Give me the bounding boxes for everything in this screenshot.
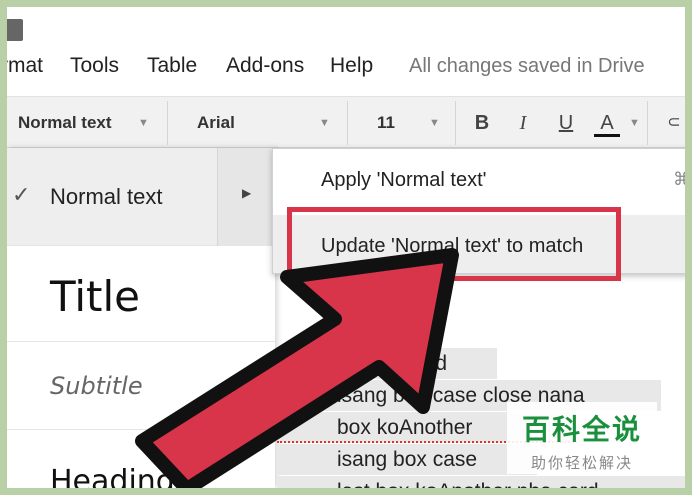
italic-button[interactable]: I xyxy=(510,109,536,137)
font-dropdown-value: Arial xyxy=(197,113,235,132)
underline-button[interactable]: U xyxy=(553,109,579,137)
style-option-label: Normal text xyxy=(50,184,163,209)
font-size-dropdown[interactable]: 11 ▼ xyxy=(377,109,447,137)
toolbar: Normal text ▼ Arial ▼ 11 ▼ B I U A ▼ ⊂ xyxy=(7,96,685,148)
font-dropdown[interactable]: Arial ▼ xyxy=(197,109,337,137)
menu-table[interactable]: Table xyxy=(147,52,197,80)
watermark: 百科全说 助你轻松解决 xyxy=(507,402,657,474)
watermark-title: 百科全说 xyxy=(521,413,642,446)
menu-tools[interactable]: Tools xyxy=(70,52,119,80)
apply-normal-text-item[interactable]: Apply 'Normal text' xyxy=(321,169,486,192)
toolbar-divider xyxy=(455,101,456,145)
chevron-down-icon: ▼ xyxy=(629,117,640,129)
toolbar-divider xyxy=(647,101,648,145)
style-dropdown[interactable]: Normal text ▼ xyxy=(18,109,158,137)
menu-help[interactable]: Help xyxy=(330,52,373,80)
link-icon[interactable]: ⊂ xyxy=(661,109,685,137)
checkmark-icon: ✓ xyxy=(12,182,31,207)
text-color-button[interactable]: A xyxy=(594,109,620,137)
docs-logo-icon[interactable] xyxy=(7,19,23,41)
chevron-down-icon: ▼ xyxy=(138,117,149,129)
toolbar-divider xyxy=(167,101,168,145)
menu-bar: rmat Tools Table Add-ons Help All change… xyxy=(7,52,685,82)
font-size-value: 11 xyxy=(377,113,395,132)
save-status: All changes saved in Drive xyxy=(409,55,645,77)
menu-addons[interactable]: Add-ons xyxy=(226,52,304,80)
submenu-expander[interactable]: ▶ xyxy=(217,148,275,246)
pointer-arrow-icon xyxy=(135,248,459,488)
keyboard-shortcut: ⌘ xyxy=(673,169,685,189)
triangle-right-icon: ▶ xyxy=(242,186,252,200)
chevron-down-icon: ▼ xyxy=(429,117,440,129)
bold-button[interactable]: B xyxy=(469,109,495,137)
style-dropdown-value: Normal text xyxy=(18,113,112,132)
chevron-down-icon: ▼ xyxy=(319,117,330,129)
menu-format[interactable]: rmat xyxy=(7,52,43,80)
app-window: rmat Tools Table Add-ons Help All change… xyxy=(7,7,685,488)
watermark-subtitle: 助你轻松解决 xyxy=(530,454,633,472)
style-option-normal-text[interactable]: ✓ Normal text ▶ xyxy=(7,148,275,246)
toolbar-divider xyxy=(347,101,348,145)
